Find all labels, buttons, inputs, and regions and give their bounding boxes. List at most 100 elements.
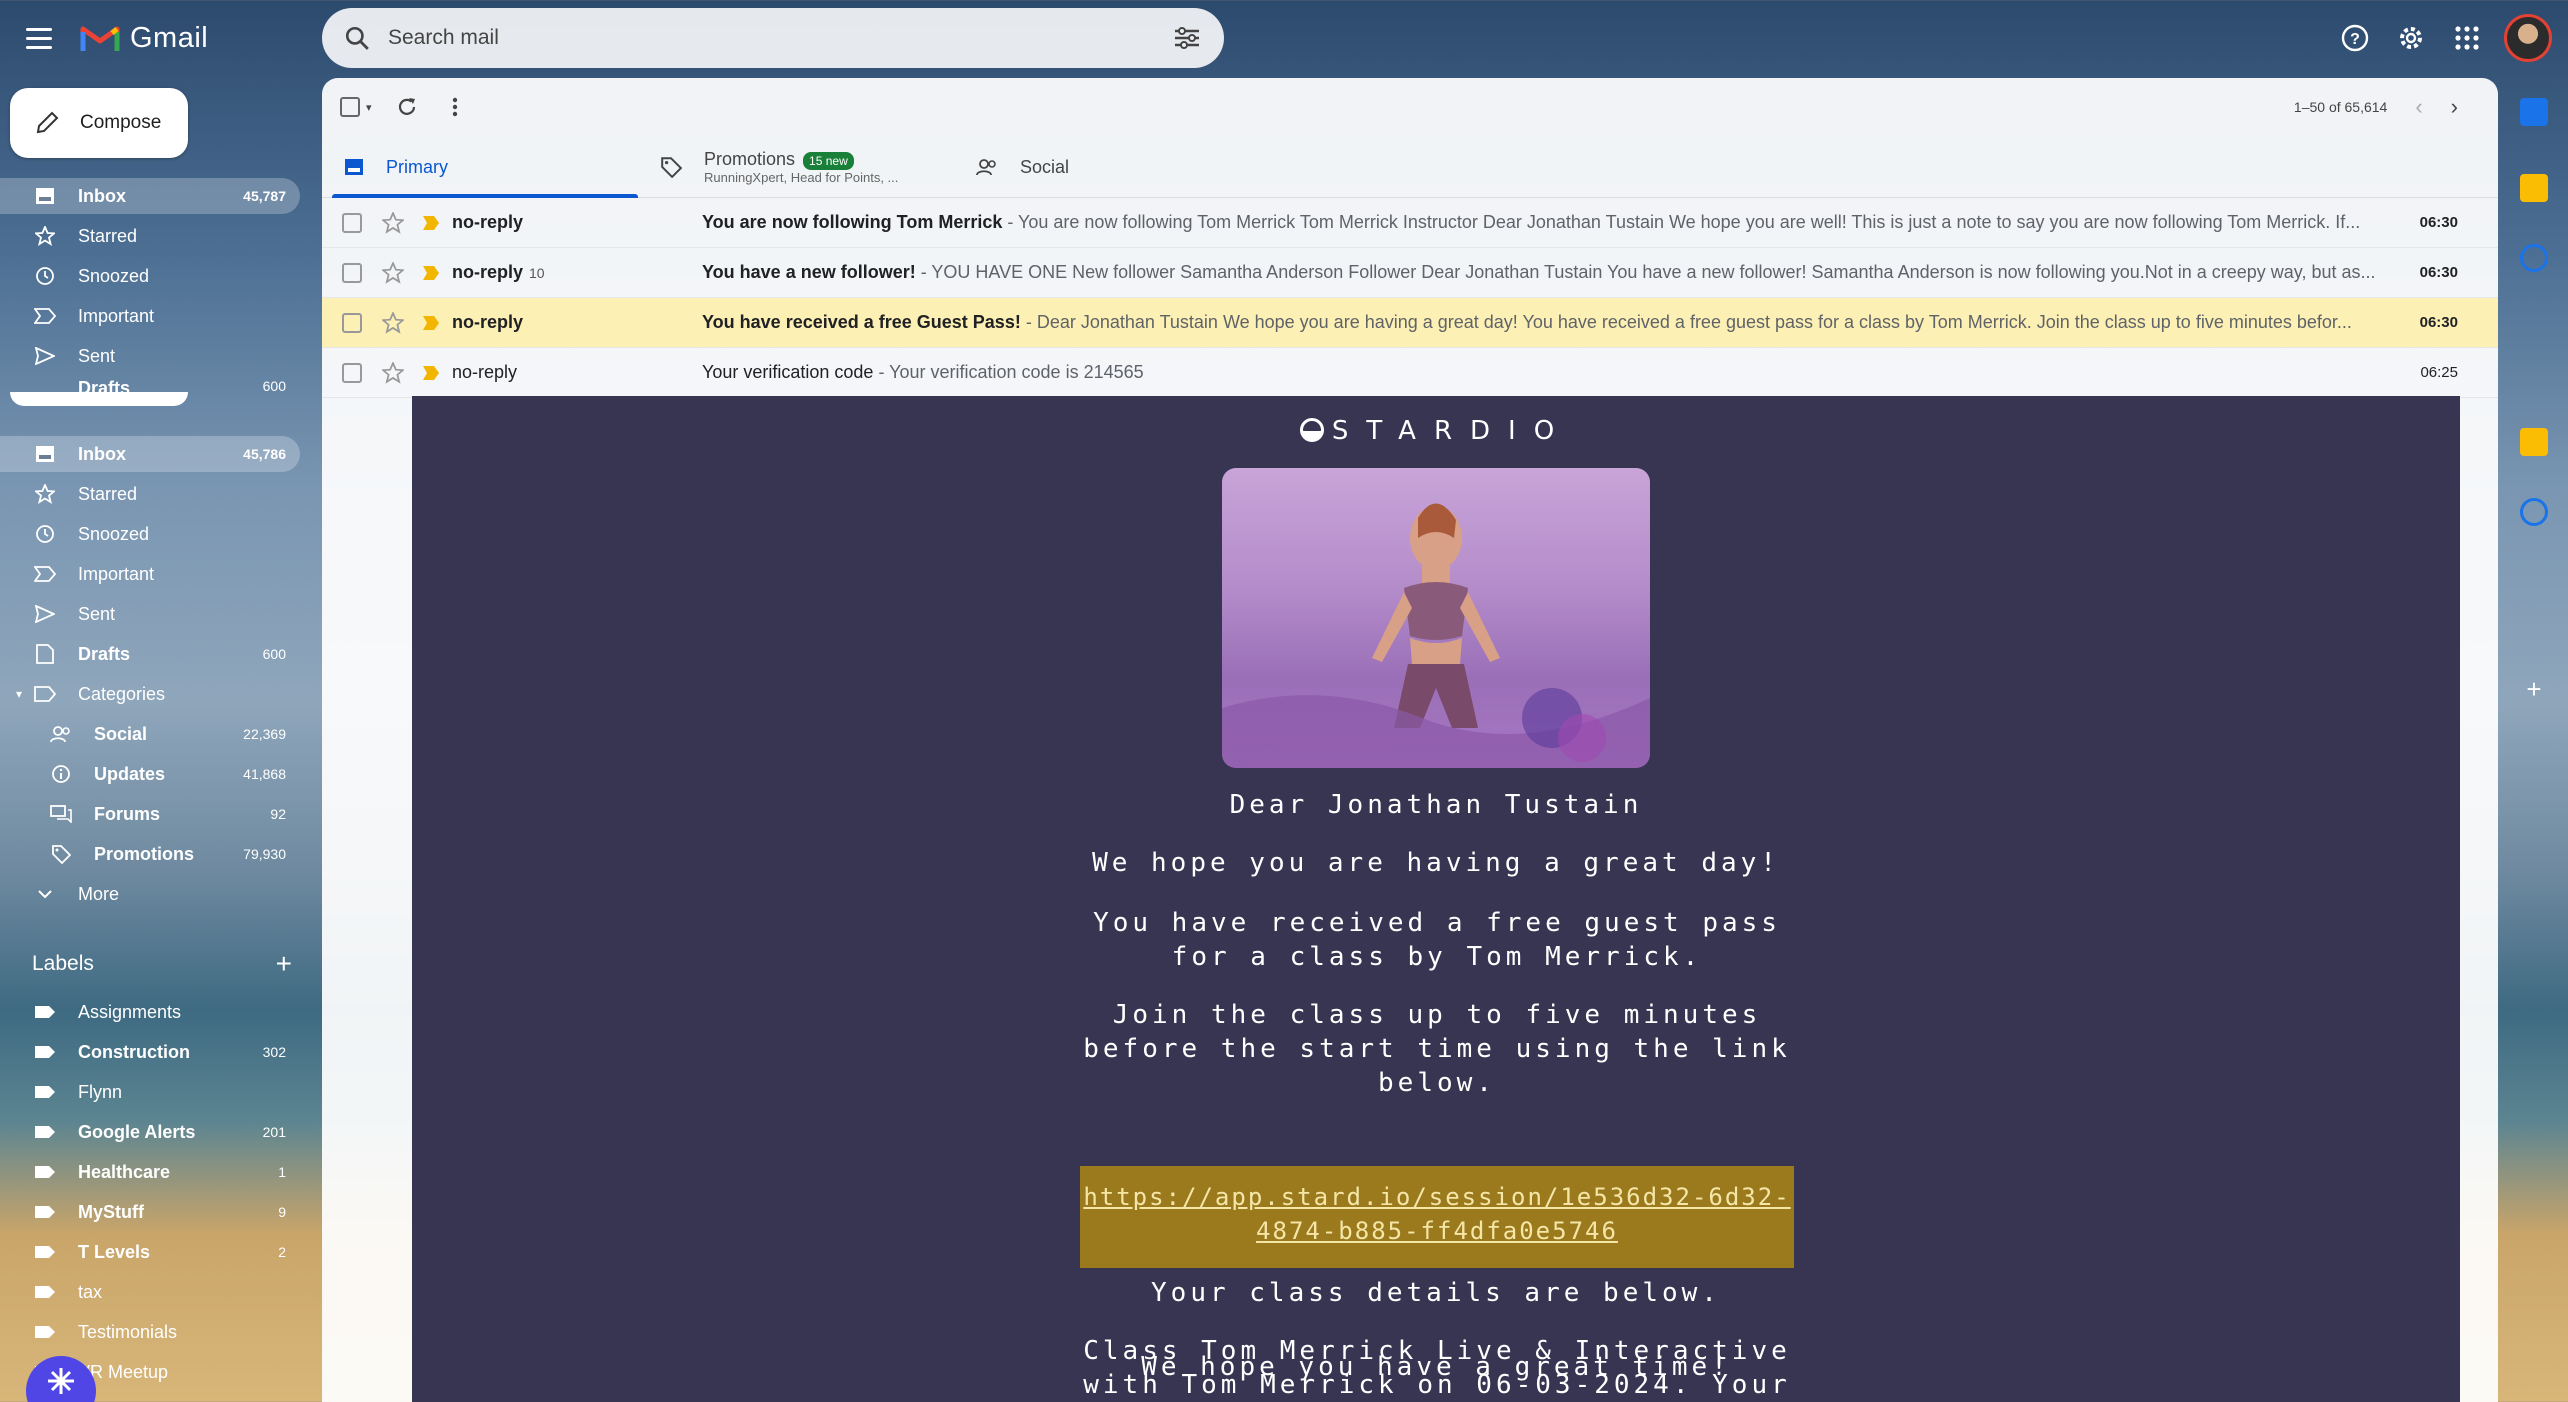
new-count-badge: 15 new: [803, 152, 854, 170]
row-checkbox[interactable]: [342, 362, 362, 383]
tab-promotions[interactable]: Promotions 15 new RunningXpert, Head for …: [638, 136, 954, 198]
app-name: Gmail: [130, 21, 209, 54]
sidebar-label-mystuff[interactable]: MyStuff 9: [0, 1194, 300, 1230]
email-time: 06:30: [2419, 314, 2458, 331]
sidebar-item-sent[interactable]: Sent: [0, 596, 300, 632]
label-icon: [35, 1246, 55, 1258]
row-checkbox[interactable]: [342, 262, 362, 283]
sidebar-label-testimonials[interactable]: Testimonials: [0, 1314, 300, 1350]
sender: no-reply: [452, 212, 524, 232]
sidebar-item-drafts[interactable]: Drafts 600: [0, 636, 300, 672]
tasks-icon[interactable]: [2520, 244, 2548, 272]
woman-athlete-illustration: [1222, 503, 1650, 768]
tab-social[interactable]: Social: [954, 136, 1270, 198]
important-marker-icon[interactable]: [422, 265, 440, 281]
settings-gear-icon[interactable]: [2392, 19, 2430, 57]
sidebar-item-sent-top[interactable]: Sent: [0, 338, 300, 374]
email-row[interactable]: no-reply You have received a free Guest …: [322, 298, 2498, 348]
star-icon[interactable]: [382, 361, 404, 384]
sidebar-item-inbox[interactable]: Inbox 45,786: [0, 436, 300, 472]
sidebar-item-social[interactable]: Social 22,369: [0, 716, 300, 752]
sidebar-label-flynn[interactable]: Flynn: [0, 1074, 300, 1110]
label-icon: [35, 1046, 55, 1058]
clock-icon: [34, 523, 56, 545]
important-marker-icon[interactable]: [422, 315, 440, 331]
sidebar-item-important-top[interactable]: Important: [0, 298, 300, 334]
add-label-icon[interactable]: +: [276, 948, 292, 980]
search-options-icon[interactable]: [1172, 25, 1202, 51]
sidebar-item-inbox-top[interactable]: Inbox 45,787: [0, 178, 300, 214]
email-time: 06:30: [2419, 214, 2458, 231]
caret-down-icon[interactable]: ▾: [16, 687, 22, 701]
row-checkbox[interactable]: [342, 212, 362, 233]
support-icon[interactable]: ?: [2336, 19, 2374, 57]
tab-primary[interactable]: Primary: [322, 136, 638, 198]
page-range: 1–50 of 65,614: [2293, 99, 2388, 115]
star-icon[interactable]: [382, 311, 404, 334]
email-preview: You have received a free Guest Pass! - D…: [702, 312, 2352, 332]
email-row[interactable]: no-reply Your verification code - Your v…: [322, 348, 2498, 398]
label-icon: [35, 1206, 55, 1218]
select-all-checkbox[interactable]: [340, 97, 360, 117]
email-row[interactable]: no-reply You are now following Tom Merri…: [322, 198, 2498, 248]
sidebar-label-assignments[interactable]: Assignments: [0, 994, 300, 1030]
row-checkbox[interactable]: [342, 312, 362, 333]
sender: no-reply: [452, 312, 524, 332]
tasks-icon-secondary[interactable]: [2520, 498, 2548, 526]
sidebar-item-updates[interactable]: Updates 41,868: [0, 756, 300, 792]
sparkle-icon: [48, 1368, 74, 1394]
sidebar-item-snoozed[interactable]: Snoozed: [0, 516, 300, 552]
sidebar-label-healthcare[interactable]: Healthcare 1: [0, 1154, 300, 1190]
select-all-control[interactable]: ▾: [340, 97, 372, 117]
star-icon[interactable]: [382, 261, 404, 284]
keep-icon-secondary[interactable]: [2520, 428, 2548, 456]
add-addon-icon[interactable]: +: [2520, 674, 2548, 704]
search-input[interactable]: Search mail: [388, 26, 1172, 50]
compose-button[interactable]: Compose: [10, 88, 188, 158]
search-bar[interactable]: Search mail: [322, 8, 1224, 68]
top-right-actions: ?: [2336, 10, 2568, 66]
sidebar-item-forums[interactable]: Forums 92: [0, 796, 300, 832]
pagination: 1–50 of 65,614 ‹ ›: [2294, 78, 2458, 136]
people-icon: [976, 159, 996, 176]
apps-grid-icon[interactable]: [2448, 19, 2486, 57]
more-options-icon[interactable]: [442, 94, 468, 120]
chevron-down-icon: [34, 883, 56, 905]
sidebar-label-google-alerts[interactable]: Google Alerts 201: [0, 1114, 300, 1150]
label-icon: [35, 1126, 55, 1138]
refresh-icon[interactable]: [394, 94, 420, 120]
email-line-hope: We hope you are having a great day!: [1092, 848, 1780, 878]
thread-count: 10: [529, 265, 545, 281]
email-time: 06:30: [2419, 264, 2458, 281]
email-row[interactable]: no-reply 10 You have a new follower! - YO…: [322, 248, 2498, 298]
sidebar-label-construction[interactable]: Construction 302: [0, 1034, 300, 1070]
chevron-right-icon[interactable]: ›: [2451, 94, 2458, 120]
chevron-left-icon[interactable]: ‹: [2415, 94, 2422, 120]
hero-image: [1222, 468, 1650, 768]
main-menu-button[interactable]: [26, 20, 62, 56]
sidebar-label-tax[interactable]: tax: [0, 1274, 300, 1310]
sidebar-item-starred[interactable]: Starred: [0, 476, 300, 512]
keep-icon[interactable]: [2520, 174, 2548, 202]
sidebar-item-promotions[interactable]: Promotions 79,930: [0, 836, 300, 872]
important-marker-icon[interactable]: [422, 215, 440, 231]
sidebar-label-t-levels[interactable]: T Levels 2: [0, 1234, 300, 1270]
account-avatar[interactable]: [2504, 14, 2552, 62]
sidebar-item-important[interactable]: Important: [0, 556, 300, 592]
session-link[interactable]: https://app.stard.io/session/1e536d32-6d…: [1080, 1166, 1794, 1248]
sidebar-item-categories[interactable]: ▾ Categories: [0, 676, 300, 712]
stardio-logo: STARDIO: [412, 416, 2460, 446]
calendar-icon[interactable]: [2520, 98, 2548, 126]
label-icon: [35, 1326, 55, 1338]
select-dropdown-icon[interactable]: ▾: [366, 101, 372, 114]
floating-action-button[interactable]: [26, 1356, 96, 1402]
sidebar-item-more[interactable]: More: [0, 876, 300, 912]
email-time: 06:25: [2420, 364, 2458, 381]
star-icon[interactable]: [382, 211, 404, 234]
sidebar-item-starred-top[interactable]: Starred: [0, 218, 300, 254]
gmail-logo[interactable]: Gmail: [80, 18, 208, 58]
sidebar-item-snoozed-top[interactable]: Snoozed: [0, 258, 300, 294]
important-marker-icon[interactable]: [422, 365, 440, 381]
search-icon[interactable]: [344, 25, 370, 51]
top-bar: Gmail Search mail ?: [0, 0, 2568, 74]
